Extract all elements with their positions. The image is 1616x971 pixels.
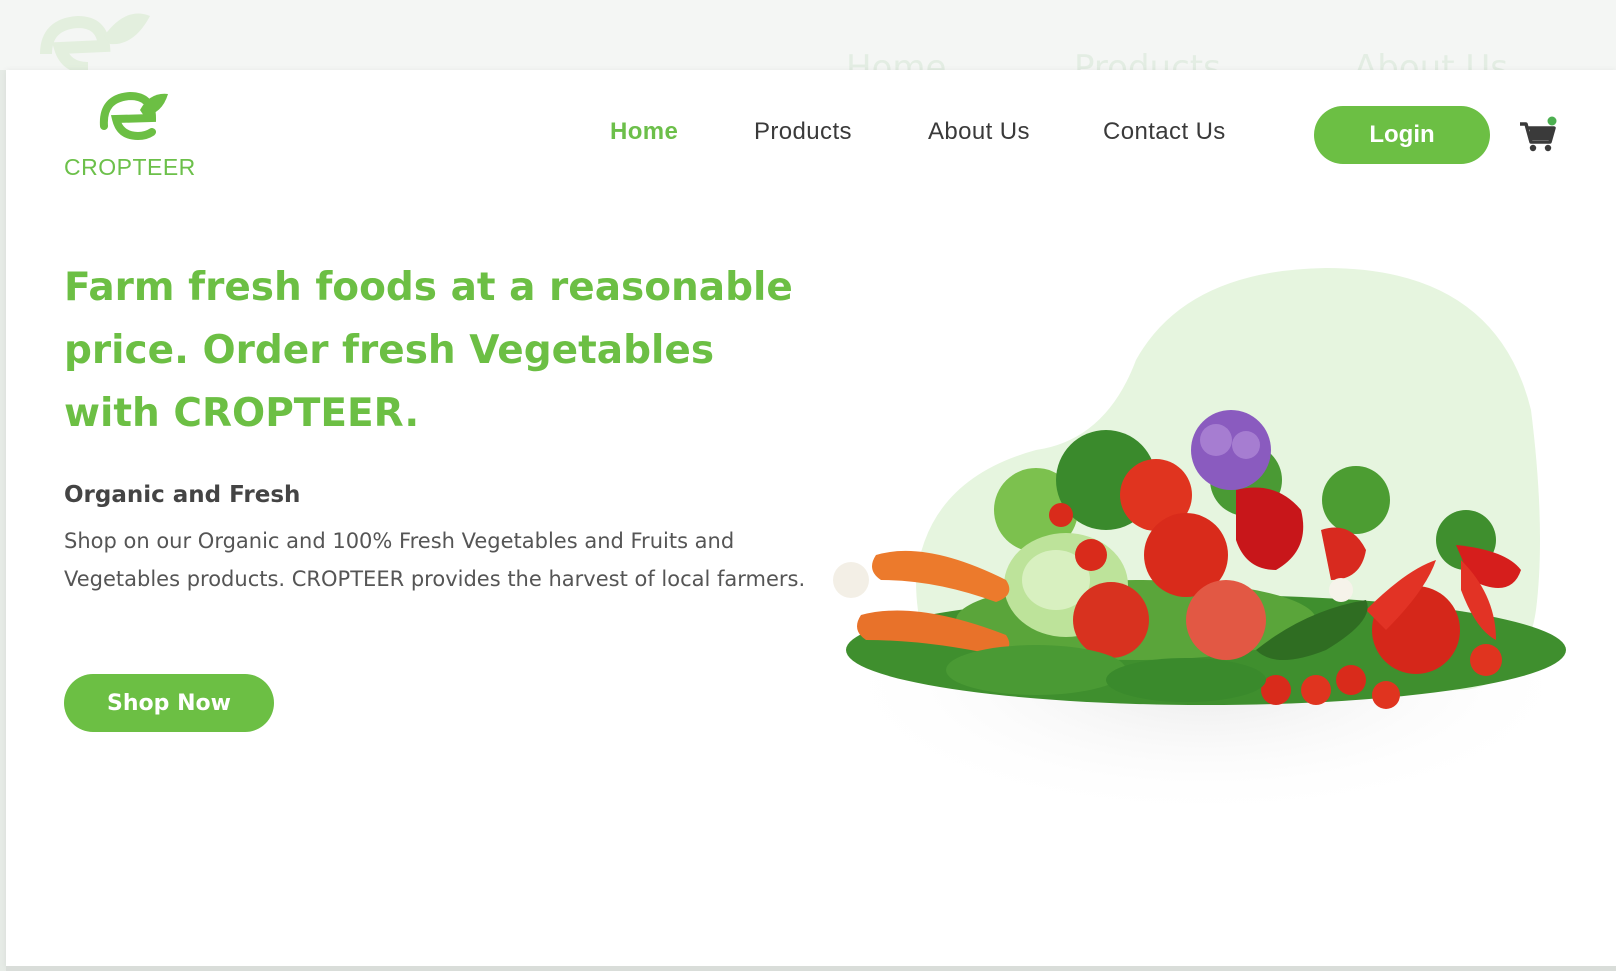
brand-name: CROPTEER [64,154,196,180]
cart-icon[interactable] [1518,116,1558,156]
nav-home[interactable]: Home [610,118,678,146]
hero-title: Farm fresh foods at a reasonable price. … [64,265,793,436]
brand-logo[interactable]: CROPTEER [64,90,196,182]
nav-contact-us[interactable]: Contact Us [1103,118,1226,146]
hero-description: Shop on our Organic and 100% Fresh Veget… [64,529,806,591]
hero-subtitle: Organic and Fresh [64,482,301,508]
page-bottom-shadow [6,966,1616,971]
vegetables-image [826,268,1586,810]
nav-about-us[interactable]: About Us [928,118,1030,146]
shop-now-button[interactable]: Shop Now [64,674,274,732]
page-card: CROPTEER Home Products About Us Contact … [6,70,1616,968]
leaf-e-icon [99,91,168,141]
login-button[interactable]: Login [1314,106,1490,164]
nav-products[interactable]: Products [754,118,852,146]
